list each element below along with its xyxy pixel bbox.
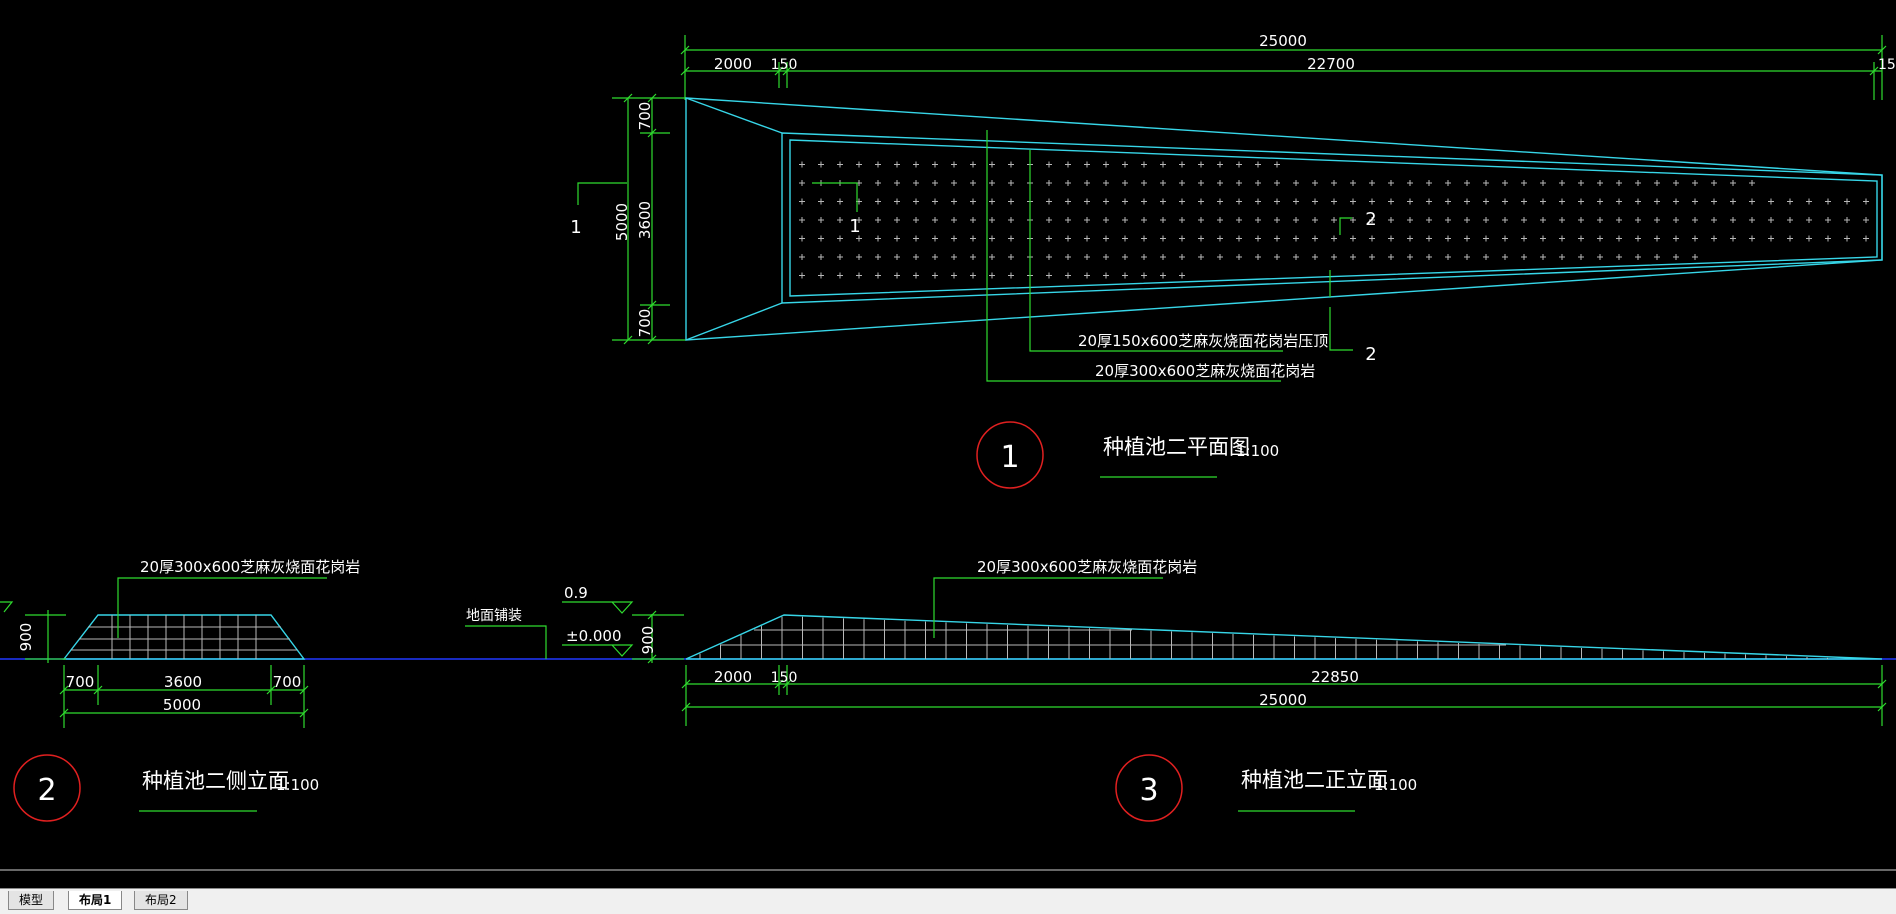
side-view-title: 种植池二侧立面: [142, 769, 289, 793]
side-view-scale: 1:100: [276, 776, 319, 794]
plan-view: 25000 2000 150 22700 150 5000 700 3600 7…: [570, 32, 1896, 489]
plan-view-title: 种植池二平面图: [1103, 435, 1250, 459]
level-top: 0.9: [564, 584, 588, 602]
front-view-marker-number: 3: [1139, 773, 1158, 808]
layout-tab-bar: 模型 布局1 布局2: [0, 888, 1896, 914]
front-hatch-pattern: [699, 616, 1828, 659]
tab-layout-2[interactable]: 布局2: [134, 891, 188, 910]
front-elevation: 2000 150 22850 25000 20厚300x600芝麻灰烧面花岗岩 …: [681, 558, 1887, 822]
side-elevation: 900 700 3600 700 5000 20厚300x600芝麻灰烧面花岗岩…: [0, 558, 360, 822]
side-dim-right: 700: [273, 673, 302, 691]
side-hatch-pattern: [71, 615, 297, 659]
side-dim-mid: 3600: [164, 673, 202, 691]
cad-drawing-canvas[interactable]: 25000 2000 150 22700 150 5000 700 3600 7…: [0, 0, 1896, 890]
front-dim-gap: 150: [771, 670, 798, 686]
side-dim-height: 900: [17, 623, 35, 652]
plan-section-right-inner: 2: [1365, 209, 1376, 230]
front-dim-left: 2000: [714, 668, 752, 686]
side-callout: 20厚300x600芝麻灰烧面花岗岩: [140, 558, 360, 576]
front-view-scale: 1:100: [1374, 776, 1417, 794]
front-dim-main: 22850: [1311, 668, 1359, 686]
front-dim-total: 25000: [1259, 691, 1307, 709]
front-callout: 20厚300x600芝麻灰烧面花岗岩: [977, 558, 1197, 576]
plan-dim-total: 25000: [1259, 32, 1307, 50]
plan-planter-outline: [685, 97, 1883, 341]
plan-view-marker-number: 1: [1000, 440, 1019, 475]
plan-section-markers: [577, 182, 1353, 351]
front-dim-height: 900: [639, 626, 657, 655]
plan-dim-top: 700: [636, 102, 654, 131]
side-dim-total: 5000: [163, 696, 201, 714]
plan-section-left-outer: 1: [570, 217, 581, 238]
ground-paving-label: 地面铺装: [466, 608, 522, 624]
front-view-title: 种植池二正立面: [1241, 768, 1388, 792]
plan-dim-main: 22700: [1307, 55, 1355, 73]
plan-callout-cap: 20厚150x600芝麻灰烧面花岗岩压顶: [1078, 332, 1328, 350]
tab-model[interactable]: 模型: [8, 891, 55, 910]
plan-dim-left: 2000: [714, 55, 752, 73]
level-zero: ±0.000: [566, 627, 622, 645]
plan-dim-gap: 150: [771, 57, 798, 73]
tab-layout-1[interactable]: 布局1: [68, 891, 123, 910]
plan-dim-mid: 3600: [636, 201, 654, 239]
plan-dim-bottom: 700: [636, 309, 654, 338]
plan-hatch-pattern: [799, 161, 1869, 279]
plan-view-scale: 1:100: [1236, 442, 1279, 460]
plan-dim-height: 5000: [613, 203, 631, 241]
ground-level-marks: 地面铺装 0.9 ±0.000 900: [465, 584, 684, 664]
plan-callout-face: 20厚300x600芝麻灰烧面花岗岩: [1095, 362, 1315, 380]
side-view-marker-number: 2: [37, 773, 56, 808]
plan-section-right-outer: 2: [1365, 344, 1376, 365]
plan-dim-right: 150: [1878, 57, 1896, 73]
side-dim-left: 700: [66, 673, 95, 691]
plan-section-left-inner: 1: [849, 216, 860, 237]
